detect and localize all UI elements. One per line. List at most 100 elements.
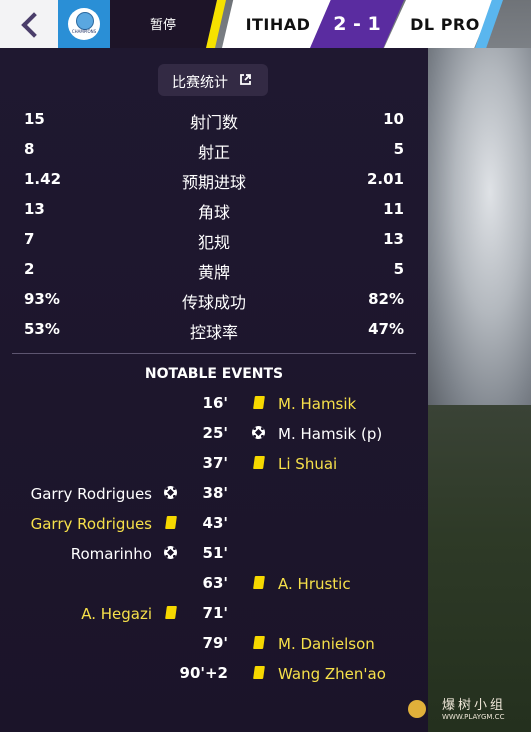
- event-row[interactable]: 16' M. Hamsik: [0, 389, 428, 417]
- event-icon: [251, 455, 267, 471]
- stat-away-value: 5: [393, 260, 404, 278]
- event-icon: [251, 395, 267, 411]
- watermark-text: 爆树小组: [442, 698, 507, 713]
- stat-label: 控球率: [189, 323, 238, 342]
- event-row[interactable]: 25' M. Hamsik (p): [0, 419, 428, 447]
- stat-row: 13 角球 11: [0, 194, 428, 224]
- yellow-card-icon: [253, 456, 265, 469]
- match-header: CHAMPIONS 暂停 ITIHAD 2 - 1 DL PRO: [0, 0, 531, 48]
- stat-label: 黄牌: [197, 263, 230, 282]
- goal-ball-icon: [164, 486, 177, 499]
- event-player: M. Hamsik: [278, 395, 357, 413]
- stat-home-value: 93%: [24, 290, 60, 308]
- event-icon: [251, 635, 267, 651]
- yellow-card-icon: [253, 396, 265, 409]
- event-icon: [163, 545, 179, 561]
- event-row[interactable]: 90'+2 Wang Zhen'ao: [0, 659, 428, 687]
- event-minute: 25': [202, 424, 228, 442]
- event-player: Romarinho: [70, 545, 152, 563]
- yellow-card-icon: [165, 606, 177, 619]
- notable-events-title: NOTABLE EVENTS: [144, 366, 284, 382]
- watermark: 爆树小组 WWW.PLAYGM.CC: [408, 694, 526, 728]
- stat-home-value: 2: [24, 260, 35, 278]
- match-status: 暂停: [110, 0, 220, 48]
- event-icon: [163, 485, 179, 501]
- stat-row: 8 射正 5: [0, 134, 428, 164]
- event-row[interactable]: 63' A. Hrustic: [0, 569, 428, 597]
- stat-label: 角球: [197, 203, 230, 222]
- match-stats-button[interactable]: 比赛统计: [158, 64, 268, 96]
- match-stats-panel: 比赛统计 15 射门数 10 8 射正 5 1.42 预期进球 2.01 13 角球 11 7 犯规 13 2…: [0, 48, 428, 732]
- event-minute: 37': [202, 454, 228, 472]
- stat-away-value: 82%: [368, 290, 404, 308]
- stat-row: 7 犯规 13: [0, 224, 428, 254]
- stat-away-value: 47%: [368, 320, 404, 338]
- event-icon: [251, 425, 267, 441]
- stat-label: 射门数: [189, 113, 238, 132]
- stat-row: 15 射门数 10: [0, 104, 428, 134]
- event-player: Garry Rodrigues: [30, 485, 152, 503]
- goal-ball-icon: [164, 546, 177, 559]
- stat-row: 53% 控球率 47%: [0, 314, 428, 344]
- stat-home-value: 53%: [24, 320, 60, 338]
- trophy-icon: [76, 12, 94, 30]
- stat-away-value: 11: [383, 200, 404, 218]
- event-player: M. Hamsik (p): [278, 425, 383, 443]
- stat-row: 2 黄牌 5: [0, 254, 428, 284]
- stat-label: 犯规: [197, 233, 230, 252]
- chevron-left-icon: [21, 12, 47, 38]
- stat-label: 预期进球: [181, 173, 246, 192]
- event-icon: [163, 515, 179, 531]
- yellow-card-icon: [253, 666, 265, 679]
- event-row[interactable]: 43' Garry Rodrigues: [0, 509, 428, 537]
- event-player: A. Hegazi: [81, 605, 152, 623]
- event-row[interactable]: 79' M. Danielson: [0, 629, 428, 657]
- match-stats-label: 比赛统计: [172, 75, 228, 91]
- event-player: Li Shuai: [278, 455, 338, 473]
- stadium-sky: [428, 48, 531, 408]
- watermark-url: WWW.PLAYGM.CC: [442, 713, 505, 721]
- event-minute: 16': [202, 394, 228, 412]
- event-row[interactable]: 51' Romarinho: [0, 539, 428, 567]
- yellow-card-icon: [165, 516, 177, 529]
- stat-home-value: 1.42: [24, 170, 62, 188]
- score-text: 2 - 1: [333, 13, 381, 35]
- event-minute: 90'+2: [179, 664, 228, 682]
- stat-home-value: 7: [24, 230, 35, 248]
- competition-logo: CHAMPIONS: [58, 0, 110, 48]
- watermark-logo: [408, 700, 426, 718]
- event-player: Garry Rodrigues: [30, 515, 152, 533]
- stadium-pitch: [428, 405, 531, 732]
- event-minute: 79': [202, 634, 228, 652]
- event-player: M. Danielson: [278, 635, 375, 653]
- stat-away-value: 10: [383, 110, 404, 128]
- event-player: Wang Zhen'ao: [278, 665, 386, 683]
- event-row[interactable]: 71' A. Hegazi: [0, 599, 428, 627]
- stat-home-value: 13: [24, 200, 45, 218]
- stat-away-value: 13: [383, 230, 404, 248]
- event-row[interactable]: 37' Li Shuai: [0, 449, 428, 477]
- competition-logo-text: CHAMPIONS: [71, 29, 97, 34]
- stat-away-value: 2.01: [366, 170, 404, 188]
- stat-row: 1.42 预期进球 2.01: [0, 164, 428, 194]
- event-player: A. Hrustic: [278, 575, 351, 593]
- event-icon: [251, 665, 267, 681]
- event-icon: [163, 605, 179, 621]
- divider: [12, 353, 416, 354]
- stat-home-value: 8: [24, 140, 35, 158]
- stat-away-value: 5: [393, 140, 404, 158]
- stat-home-value: 15: [24, 110, 45, 128]
- stat-label: 射正: [197, 143, 230, 162]
- stat-row: 93% 传球成功 82%: [0, 284, 428, 314]
- stat-label: 传球成功: [181, 293, 246, 312]
- home-team-name: ITIHAD: [245, 15, 311, 34]
- competition-badge: CHAMPIONS: [68, 8, 100, 40]
- goal-ball-icon: [252, 426, 265, 439]
- event-icon: [251, 575, 267, 591]
- match-status-label: 暂停: [149, 18, 176, 33]
- back-button[interactable]: [0, 0, 58, 48]
- yellow-card-icon: [253, 576, 265, 589]
- event-minute: 63': [202, 574, 228, 592]
- yellow-card-icon: [253, 636, 265, 649]
- event-row[interactable]: 38' Garry Rodrigues: [0, 479, 428, 507]
